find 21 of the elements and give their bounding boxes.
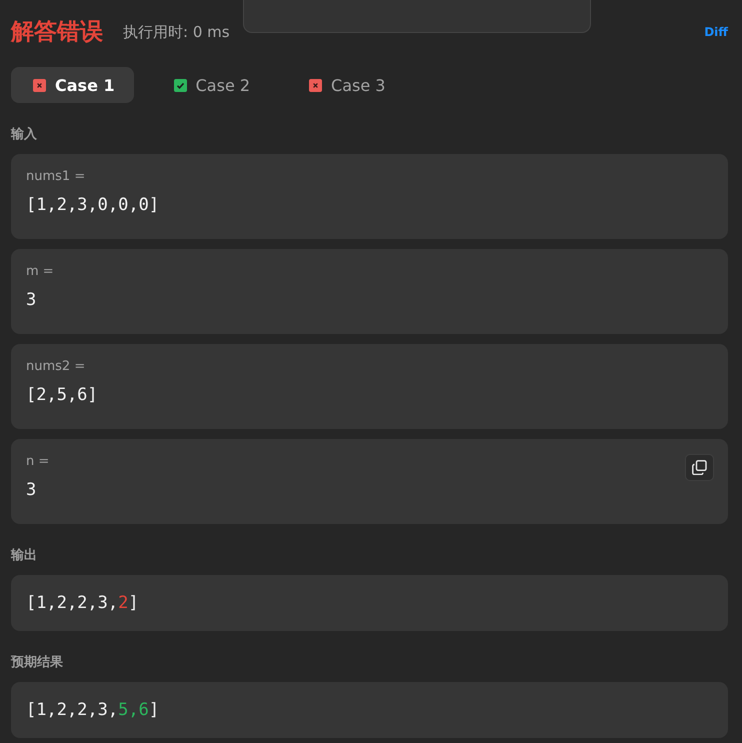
case-tab[interactable]: Case 2 — [152, 67, 270, 103]
copy-icon — [692, 460, 707, 475]
copy-button[interactable] — [685, 454, 714, 481]
section-title: 输出 — [11, 547, 38, 565]
variable-name: nums2 = — [26, 358, 86, 376]
case-tab[interactable]: Case 3 — [287, 67, 404, 103]
variable-value: 3 — [26, 289, 38, 311]
runtime-label: 执行用时: 0 ms — [123, 22, 230, 42]
diff-link[interactable]: Diff — [704, 25, 728, 39]
case-tab[interactable]: Case 1 — [11, 67, 134, 103]
variable-name: m = — [26, 263, 54, 281]
variable-name: nums1 = — [26, 168, 86, 186]
expected-value: [1,2,2,3,5,6] — [26, 699, 160, 721]
output-value: [1,2,2,3,2] — [26, 592, 140, 614]
variable-value: [2,5,6] — [26, 384, 99, 406]
section-title: 输入 — [11, 126, 38, 144]
variable-value: 3 — [26, 479, 38, 501]
variable-name: n = — [26, 453, 50, 471]
result-status: 解答错误 — [11, 18, 103, 47]
section-title: 预期结果 — [11, 654, 64, 672]
variable-value: [1,2,3,0,0,0] — [26, 194, 160, 216]
